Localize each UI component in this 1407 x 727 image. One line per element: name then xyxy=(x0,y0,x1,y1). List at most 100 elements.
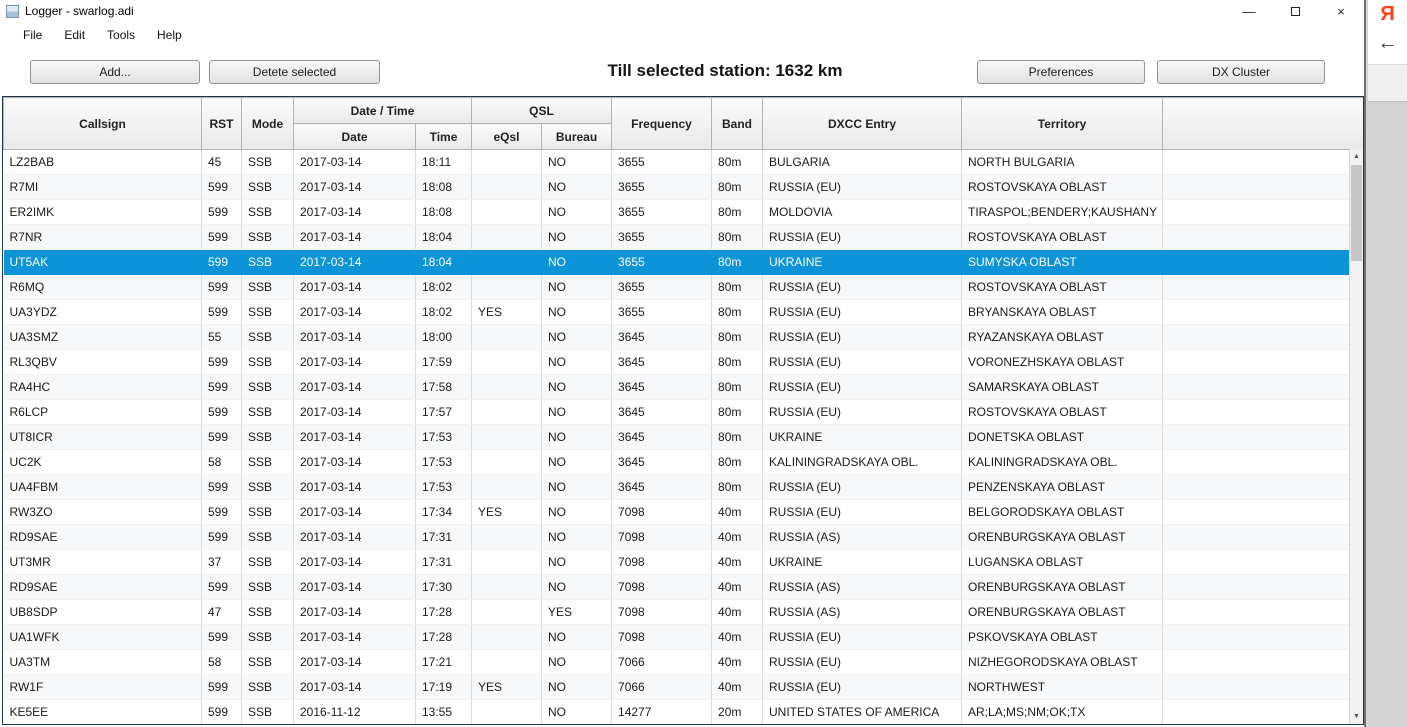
table-row[interactable]: UA3SMZ 55 SSB 2017-03-14 18:00 NO 3645 80m RUSSI… xyxy=(3,324,1363,350)
header-datetime-group[interactable]: Date / Time xyxy=(293,97,472,124)
table-row[interactable]: ER2IMK 599 SSB 2017-03-14 18:08 NO 3655 80m MOLD… xyxy=(3,199,1363,225)
table-row[interactable]: R7NR 599 SSB 2017-03-14 18:04 NO 3655 80m RUSSIA… xyxy=(3,224,1363,250)
cell xyxy=(471,474,542,500)
cell xyxy=(471,249,542,275)
cell-filler xyxy=(1163,725,1364,726)
cell: 14277 xyxy=(612,725,712,726)
cell-filler xyxy=(1162,699,1363,724)
table-row[interactable]: RL3QBV 599 SSB 2017-03-14 17:59 NO 3645 80m RUSS… xyxy=(3,349,1363,375)
cell: 80m xyxy=(711,174,764,200)
cell: NO xyxy=(541,549,613,575)
cell: RUSSIA (EU) xyxy=(762,324,963,350)
cell: 599 xyxy=(201,499,242,525)
table-row[interactable]: UB8SDP 47 SSB 2017-03-14 17:28 YES 7098 40m RUSS… xyxy=(3,599,1363,625)
cell: 40m xyxy=(711,624,764,650)
header-dxcc[interactable]: DXCC Entry xyxy=(762,97,963,150)
header-mode[interactable]: Mode xyxy=(241,97,294,150)
delete-selected-button[interactable]: Detete selected xyxy=(209,60,380,84)
table-row[interactable]: RD9SAE 599 SSB 2017-03-14 17:30 NO 7098 40m RUSS… xyxy=(3,574,1363,600)
cell: UA3TM xyxy=(3,649,202,675)
table-row[interactable]: RW3ZO 599 SSB 2017-03-14 17:34 YES NO 7098 40m RU… xyxy=(3,499,1363,525)
cell: NO xyxy=(541,649,613,675)
header-callsign[interactable]: Callsign xyxy=(3,97,202,150)
scroll-down-icon[interactable]: ▼ xyxy=(1350,709,1363,724)
cell: NO xyxy=(541,699,613,724)
header-time[interactable]: Time xyxy=(415,123,472,150)
scrollbar-thumb[interactable] xyxy=(1351,165,1362,261)
table-row[interactable]: UA1WFK 599 SSB 2017-03-14 17:28 NO 7098 40m RUSS… xyxy=(3,624,1363,650)
header-bureau[interactable]: Bureau xyxy=(540,123,613,150)
header-band[interactable]: Band xyxy=(711,97,764,150)
table-row[interactable]: UT5AK 599 SSB 2017-03-14 18:04 NO 3655 80m UKRAI… xyxy=(3,249,1363,275)
scroll-up-icon[interactable]: ▲ xyxy=(1350,149,1363,164)
menu-help[interactable]: Help xyxy=(146,23,193,47)
header-qsl-group[interactable]: QSL xyxy=(470,97,613,124)
table-row[interactable]: R7MI 599 SSB 2017-03-14 18:08 NO 3655 80m RUSSIA… xyxy=(3,174,1363,200)
cell: 3655 xyxy=(611,224,713,250)
vertical-scrollbar[interactable]: ▲ ▼ xyxy=(1349,149,1363,724)
cell: 7098 xyxy=(611,499,713,525)
cell: SSB xyxy=(241,274,294,300)
browser-edge-divider xyxy=(1368,64,1407,102)
cell: SSB xyxy=(241,399,294,425)
table-row[interactable]: LZ2BAB 45 SSB 2017-03-14 18:11 NO 3655 80m BULGA… xyxy=(3,149,1363,175)
cell: NO xyxy=(541,199,613,225)
header-date[interactable]: Date xyxy=(293,123,416,150)
titlebar: Logger - swarlog.adi — × xyxy=(0,0,1364,22)
cell xyxy=(471,374,542,400)
cell-filler xyxy=(1162,449,1363,475)
add-button[interactable]: Add... xyxy=(30,60,200,84)
header-territory[interactable]: Territory xyxy=(961,97,1164,150)
header-rst[interactable]: RST xyxy=(201,97,242,150)
browser-edge-panel: Я ← xyxy=(1368,0,1407,727)
table-row[interactable]: R6LCP 599 SSB 2017-03-14 17:57 NO 3645 80m RUSSI… xyxy=(3,399,1363,425)
cell: NO xyxy=(541,399,613,425)
cell: 20m xyxy=(712,725,763,726)
cell: SSB xyxy=(241,499,294,525)
cell: UA1WFK xyxy=(3,624,202,650)
cell: 37 xyxy=(201,549,242,575)
cell: 17:28 xyxy=(415,599,472,625)
cell: R6LCP xyxy=(3,399,202,425)
header-frequency[interactable]: Frequency xyxy=(611,97,713,150)
cell: 80m xyxy=(711,399,764,425)
maximize-button[interactable] xyxy=(1272,0,1318,22)
table-row[interactable]: RW1F 599 SSB 2017-03-14 17:19 YES NO 7066 40m RUS… xyxy=(3,674,1363,700)
header-eqsl[interactable]: eQsl xyxy=(471,123,542,150)
table-row[interactable]: UC2K 58 SSB 2017-03-14 17:53 NO 3645 80m KALININ… xyxy=(3,449,1363,475)
close-button[interactable]: × xyxy=(1318,0,1364,22)
yandex-logo-icon[interactable]: Я xyxy=(1380,3,1394,26)
cell: UKRAINE xyxy=(762,249,963,275)
cell: 40m xyxy=(711,499,764,525)
cell: ROSTOVSKAYA OBLAST xyxy=(961,174,1164,200)
table-row[interactable]: UA3TM 58 SSB 2017-03-14 17:21 NO 7066 40m RUSSIA… xyxy=(3,649,1363,675)
table-row[interactable]: UA4FBM 599 SSB 2017-03-14 17:53 NO 3645 80m RUSS… xyxy=(3,474,1363,500)
cell: 58 xyxy=(201,449,242,475)
minimize-button[interactable]: — xyxy=(1226,0,1272,22)
cell-filler xyxy=(1162,549,1363,575)
menu-file[interactable]: File xyxy=(12,23,53,47)
cell: 7066 xyxy=(611,649,713,675)
table-row[interactable]: 4X6TT55SSB2016-11-1213:53NO1427720mISRAE… xyxy=(4,725,1364,726)
cell: 599 xyxy=(201,624,242,650)
menu-edit[interactable]: Edit xyxy=(53,23,96,47)
preferences-button[interactable]: Preferences xyxy=(977,60,1145,84)
menu-tools[interactable]: Tools xyxy=(96,23,146,47)
table-row[interactable]: RA4HC 599 SSB 2017-03-14 17:58 NO 3645 80m RUSSI… xyxy=(3,374,1363,400)
table-row[interactable]: UT3MR 37 SSB 2017-03-14 17:31 NO 7098 40m UKRAIN… xyxy=(3,549,1363,575)
dx-cluster-button[interactable]: DX Cluster xyxy=(1157,60,1325,84)
cell: NO xyxy=(541,574,613,600)
table-row[interactable]: UA3YDZ 599 SSB 2017-03-14 18:02 YES NO 3655 80m R… xyxy=(3,299,1363,325)
cell: UKRAINE xyxy=(762,549,963,575)
table-row[interactable]: R6MQ 599 SSB 2017-03-14 18:02 NO 3655 80m RUSSIA… xyxy=(3,274,1363,300)
cell: KE5EE xyxy=(3,699,202,724)
table-row[interactable]: UT8ICR 599 SSB 2017-03-14 17:53 NO 3645 80m UKRA… xyxy=(3,424,1363,450)
table-row[interactable]: KE5EE 599 SSB 2016-11-12 13:55 NO 14277 20m UNIT… xyxy=(3,699,1363,724)
cell: 599 xyxy=(201,299,242,325)
back-arrow-icon[interactable]: ← xyxy=(1378,32,1398,55)
cell: RUSSIA (EU) xyxy=(762,674,963,700)
cell: 80m xyxy=(711,274,764,300)
cell: 3655 xyxy=(611,249,713,275)
table-row[interactable]: RD9SAE 599 SSB 2017-03-14 17:31 NO 7098 40m RUSS… xyxy=(3,524,1363,550)
cell: NO xyxy=(541,449,613,475)
